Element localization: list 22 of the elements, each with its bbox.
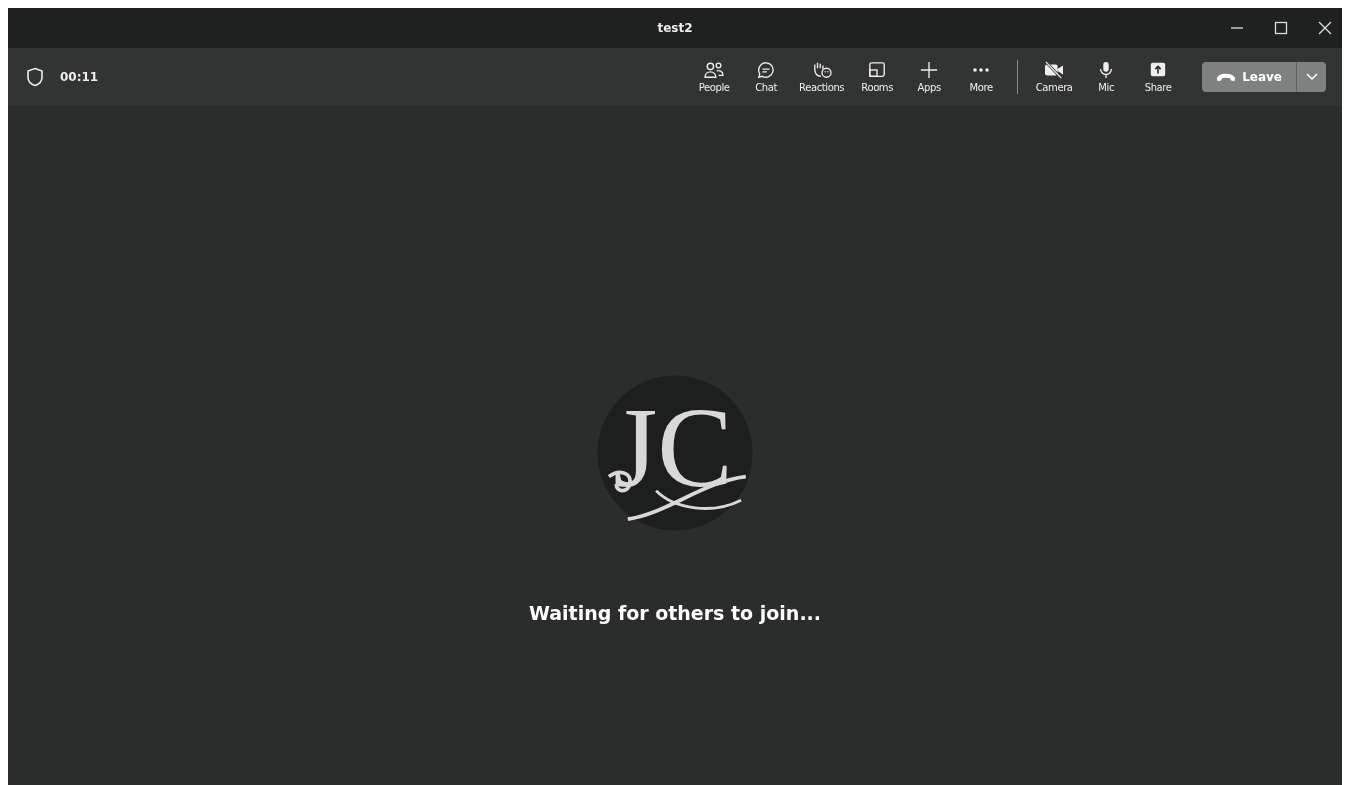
apps-button[interactable]: Apps [905, 57, 954, 97]
reactions-button[interactable]: Reactions [794, 57, 850, 97]
waiting-message: Waiting for others to join... [528, 602, 822, 624]
rooms-button[interactable]: Rooms [853, 57, 902, 97]
more-icon [973, 68, 990, 72]
phone-hang-up-icon [1216, 71, 1237, 83]
leave-button[interactable]: Leave [1202, 62, 1296, 92]
mic-button[interactable]: Mic [1082, 57, 1131, 97]
people-button[interactable]: People [690, 57, 739, 97]
chevron-down-icon [1305, 73, 1318, 81]
share-button[interactable]: Share [1134, 57, 1183, 97]
leave-options-button[interactable] [1296, 62, 1326, 92]
camera-button[interactable]: Camera [1030, 57, 1079, 97]
chat-button[interactable]: Chat [742, 57, 791, 97]
more-button[interactable]: More [957, 57, 1006, 97]
camera-off-icon [1043, 61, 1066, 79]
shield-icon [26, 67, 44, 87]
meeting-timer: 00:11 [60, 70, 99, 84]
maximize-icon[interactable] [1274, 21, 1288, 35]
close-icon[interactable] [1318, 21, 1332, 35]
window-title: test2 [657, 21, 693, 35]
people-icon [703, 61, 726, 79]
